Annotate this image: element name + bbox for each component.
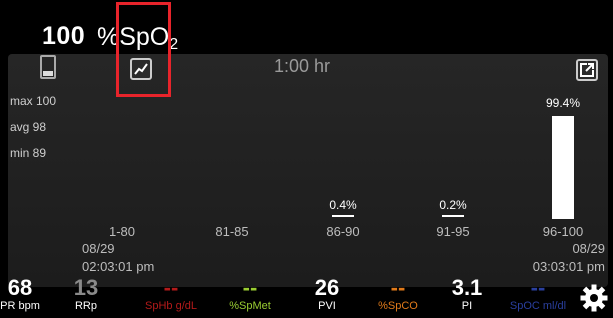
end-date: 08/29 — [572, 241, 605, 256]
param-2[interactable]: 13 RRp — [74, 277, 98, 313]
param-3[interactable]: -- SpHb g/dL — [145, 277, 197, 313]
param-value: 68 — [7, 275, 33, 300]
bin-label: 1-80 — [108, 224, 136, 239]
param-4[interactable]: -- %SpMet — [229, 277, 271, 313]
param-value: 3.1 — [451, 275, 483, 300]
bar-percent-label: 0.2% — [439, 198, 467, 212]
param-value: -- — [390, 275, 406, 300]
param-value: -- — [530, 275, 546, 300]
start-time: 02:03:01 pm — [82, 259, 155, 274]
bin-label: 91-95 — [436, 224, 470, 239]
param-value: -- — [242, 275, 258, 300]
bar-percent-label: 0.4% — [329, 198, 357, 212]
param-5[interactable]: 26 PVI — [315, 277, 339, 313]
bin-label: 81-85 — [215, 224, 249, 239]
highlight-annotation-box — [116, 2, 171, 97]
end-time: 03:03:01 pm — [532, 259, 605, 274]
param-1[interactable]: 68 PR bpm — [0, 277, 40, 313]
stat-avg: avg 98 — [10, 120, 47, 134]
param-label: %SpCO — [378, 300, 418, 312]
export-icon — [580, 63, 594, 77]
export-button[interactable] — [576, 59, 598, 81]
bin-label: 96-100 — [542, 224, 584, 239]
spo2-value: 100 — [42, 22, 86, 50]
param-7[interactable]: 3.1 PI — [452, 277, 483, 313]
param-label: PVI — [318, 300, 336, 312]
param-label: PR bpm — [0, 300, 40, 312]
param-label: SpHb g/dL — [145, 300, 197, 312]
param-value: -- — [163, 275, 179, 300]
stat-max: max 100 — [10, 94, 57, 108]
param-label: SpOC ml/dl — [509, 300, 567, 312]
param-8[interactable]: -- SpOC ml/dl — [510, 277, 566, 313]
histogram-bar — [552, 115, 574, 219]
gear-icon[interactable] — [580, 284, 608, 312]
param-label: %SpMet — [229, 300, 271, 312]
duration-label[interactable]: 1:00 hr — [274, 56, 330, 77]
param-value: 26 — [314, 275, 340, 300]
param-label: RRp — [74, 300, 98, 312]
histogram-bar — [442, 215, 464, 217]
histogram-bar — [332, 215, 354, 217]
param-6[interactable]: -- %SpCO — [378, 277, 418, 313]
stat-min: min 89 — [10, 146, 47, 160]
bar-percent-label: 99.4% — [545, 95, 581, 110]
start-date: 08/29 — [82, 241, 115, 256]
param-label: PI — [461, 300, 473, 312]
param-value: 13 — [73, 275, 99, 300]
battery-icon — [40, 55, 56, 79]
bin-label: 86-90 — [326, 224, 360, 239]
